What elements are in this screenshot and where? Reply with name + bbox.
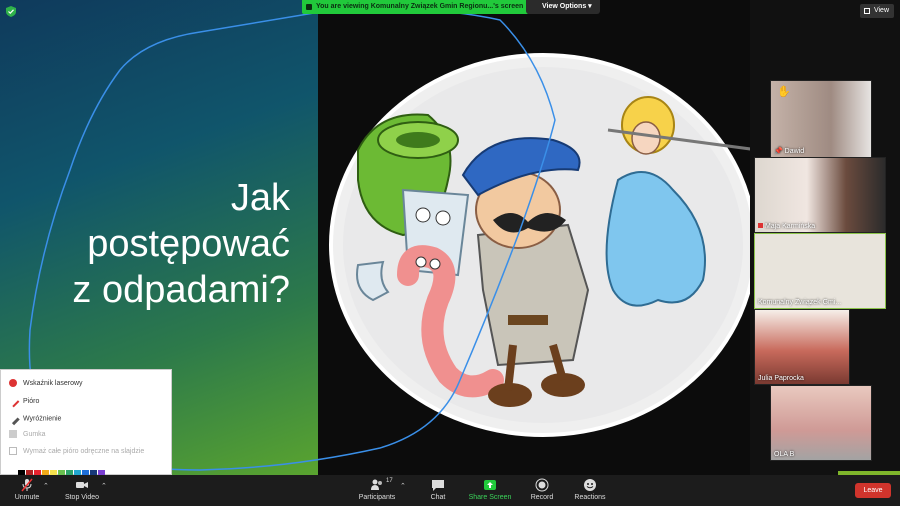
stop-video-label: Stop Video — [64, 494, 100, 501]
annotation-item-label: Wyróżnienie — [23, 415, 62, 423]
annotation-item-label: Pióro — [23, 397, 40, 405]
shared-screen: Jak postępować z odpadami? You are viewi… — [0, 0, 900, 475]
chevron-down-icon: ▾ — [588, 3, 592, 10]
audio-options-chevron-icon[interactable]: ⌃ — [43, 482, 49, 490]
stop-video-button[interactable]: Stop Video — [62, 478, 102, 501]
participant-name-label: Julia Paprocka — [758, 375, 804, 382]
record-label: Record — [530, 494, 554, 501]
annotation-clear[interactable]: Wymaż całe pióro odręczne na slajdzie — [9, 447, 144, 455]
muted-microphone-icon — [21, 478, 33, 492]
eraser-icon — [9, 430, 17, 438]
security-shield-icon[interactable] — [6, 6, 16, 17]
reactions-button[interactable]: Reactions — [572, 478, 608, 501]
sharing-banner: You are viewing Komunalny Związek Gmin R… — [302, 0, 530, 14]
record-icon — [535, 478, 549, 492]
unmute-label: Unmute — [14, 494, 40, 501]
participants-icon — [371, 479, 382, 490]
participants-options-chevron-icon[interactable]: ⌃ — [400, 482, 406, 490]
participant-name-label: 📌 Dawid — [774, 147, 804, 155]
share-screen-icon — [484, 480, 496, 490]
highlighter-icon — [6, 411, 20, 426]
muted-mic-icon — [758, 223, 763, 228]
participant-name-label: OLA B — [774, 451, 795, 458]
raised-hand-icon: ✋ — [777, 86, 791, 98]
participants-count: 17 — [386, 478, 393, 484]
chat-label: Chat — [430, 494, 446, 501]
share-screen-label: Share Screen — [468, 494, 512, 501]
participant-name: Dawid — [784, 148, 805, 155]
screen-share-icon — [306, 4, 312, 10]
annotation-item-label: Wymaż całe pióro odręczne na slajdzie — [23, 447, 145, 455]
participant-tile[interactable]: OLA B — [770, 385, 872, 461]
participant-name-label: Komunalny Związek Gmi... — [758, 299, 842, 306]
video-options-chevron-icon[interactable]: ⌃ — [101, 482, 107, 490]
annotation-laser-pointer[interactable]: Wskaźnik laserowy — [9, 379, 83, 387]
annotation-menu: Wskaźnik laserowy Pióro Wyróżnienie Gumk… — [0, 369, 172, 475]
record-button[interactable]: Record — [528, 478, 556, 501]
pin-icon: 📌 — [774, 148, 785, 155]
grid-icon — [863, 8, 870, 14]
annotation-item-label: Gumka — [23, 430, 46, 438]
chat-bubble-icon — [432, 480, 444, 491]
color-palette — [18, 464, 106, 475]
clear-icon — [9, 447, 17, 455]
view-button-label: View — [873, 7, 889, 14]
participants-label: Participants — [358, 494, 396, 501]
participant-tile[interactable]: Julia Paprocka — [754, 309, 850, 385]
share-screen-button[interactable]: Share Screen — [468, 478, 512, 501]
annotation-eraser[interactable]: Gumka — [9, 430, 46, 438]
participant-gallery: ✋ 📌 Dawid Maja Karmińska Komunalny Związ… — [752, 80, 888, 472]
meeting-toolbar: Unmute ⌃ Stop Video ⌃ Participants 17 ⌃ … — [0, 475, 900, 506]
participant-name: Maja Karmińska — [764, 223, 816, 230]
annotation-item-label: Wskaźnik laserowy — [23, 379, 83, 387]
laser-icon — [9, 379, 17, 387]
view-options-button[interactable]: View Options ▾ — [526, 0, 600, 14]
annotation-pen[interactable]: Pióro — [6, 394, 40, 408]
participant-tile[interactable]: Maja Karmińska — [754, 157, 886, 233]
annotation-highlighter[interactable]: Wyróżnienie — [6, 411, 62, 426]
reactions-label: Reactions — [574, 494, 606, 501]
participant-name-label: Maja Karmińska — [758, 223, 815, 230]
sharing-banner-text: You are viewing Komunalny Związek Gmin R… — [316, 3, 524, 10]
unmute-button[interactable]: Unmute — [12, 478, 42, 501]
video-camera-icon — [76, 482, 88, 488]
view-options-label: View Options — [542, 3, 587, 10]
view-button[interactable]: View — [859, 4, 894, 18]
leave-button[interactable]: Leave — [855, 483, 891, 498]
chat-button[interactable]: Chat — [426, 478, 450, 501]
participant-tile[interactable]: Komunalny Związek Gmi... — [754, 233, 886, 309]
participant-tile[interactable]: ✋ 📌 Dawid — [770, 80, 872, 158]
pen-icon — [6, 394, 20, 408]
smiley-icon — [584, 479, 596, 491]
